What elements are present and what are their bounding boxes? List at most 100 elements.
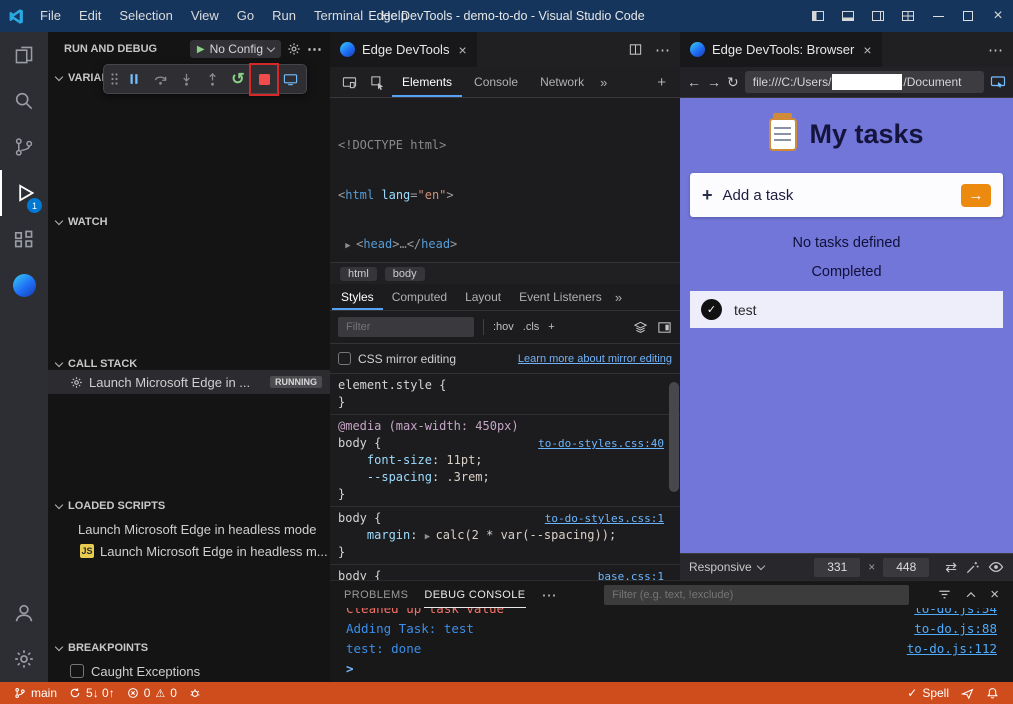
menu-go[interactable]: Go [228,0,263,32]
screencast-toggle-icon[interactable] [336,69,362,95]
editor-more-actions-icon[interactable]: ⋯ [655,41,670,59]
section-loaded-scripts[interactable]: LOADED SCRIPTS [48,496,330,516]
tab-computed[interactable]: Computed [383,284,456,310]
editor-more-actions-icon[interactable]: ⋯ [988,41,1003,59]
menu-run[interactable]: Run [263,0,305,32]
toolbar-drag-handle[interactable] [107,66,121,92]
stop-button[interactable] [251,66,277,92]
menu-view[interactable]: View [182,0,228,32]
tab-styles[interactable]: Styles [332,284,383,310]
styles-scrollbar[interactable] [669,378,679,577]
sidebar-more-actions-icon[interactable]: ⋯ [307,40,322,58]
minimize-button[interactable] [923,0,953,32]
activity-accounts[interactable] [0,590,48,636]
toggle-panel-icon[interactable] [833,0,863,32]
activity-search[interactable] [0,78,48,124]
screencast-button[interactable] [277,66,303,92]
debug-indicator[interactable] [183,687,207,699]
close-tab-icon[interactable]: × [863,42,871,58]
pause-button[interactable] [121,66,147,92]
caught-exceptions-checkbox[interactable] [70,664,84,678]
tab-event-listeners[interactable]: Event Listeners [510,284,611,310]
menu-terminal[interactable]: Terminal [305,0,372,32]
feedback-indicator[interactable] [955,687,980,700]
tab-edge-devtools[interactable]: Edge DevTools × [330,32,477,67]
rendering-emulation-icon[interactable] [633,320,648,335]
debug-settings-gear-icon[interactable] [287,42,301,56]
source-link[interactable]: to-do.js:88 [914,619,997,639]
notifications-bell-icon[interactable] [980,687,1005,700]
loaded-script-row[interactable]: Launch Microsoft Edge in headless mode [48,518,330,540]
section-watch[interactable]: WATCH [48,212,330,232]
loaded-script-row[interactable]: JS Launch Microsoft Edge in headless m..… [48,540,330,562]
wand-icon[interactable] [965,560,980,575]
maximize-panel-icon[interactable] [964,588,978,602]
rule-media-body[interactable]: @media (max-width: 450px) to-do-styles.c… [330,415,680,507]
step-out-button[interactable] [199,66,225,92]
toggle-secondary-sidebar-icon[interactable] [863,0,893,32]
breadcrumb-html[interactable]: html [340,267,377,281]
close-tab-icon[interactable]: × [458,42,466,58]
url-bar[interactable]: file:///C:/Users/ /Document [745,71,984,93]
devtools-tab-console[interactable]: Console [464,67,528,97]
customize-layout-icon[interactable] [893,0,923,32]
console-filter-input[interactable] [604,585,909,605]
restart-button[interactable]: ↺ [225,66,251,92]
filter-icon[interactable] [937,587,952,602]
source-link[interactable]: to-do.js:112 [907,639,997,659]
tab-problems[interactable]: PROBLEMS [344,581,408,608]
start-debug-icon[interactable]: ▶ [197,44,205,55]
screencast-icon[interactable] [990,74,1006,90]
stylesheet-link[interactable]: base.css:1 [598,568,664,580]
back-icon[interactable]: ← [687,74,701,90]
add-task-form[interactable]: + Add a task → [690,173,1003,217]
styles-filter-input[interactable] [338,317,474,337]
split-editor-icon[interactable] [628,42,643,57]
debug-config-dropdown[interactable]: ▶ No Config [190,40,281,58]
completed-task-row[interactable]: ✓ test [690,291,1003,328]
class-toggle-button[interactable]: .cls [523,321,540,333]
panel-more-actions-icon[interactable]: ⋯ [542,586,557,604]
stylesheet-link[interactable]: to-do-styles.css:40 [538,435,664,452]
eye-icon[interactable] [988,559,1004,575]
dom-line[interactable]: <!DOCTYPE html> [338,137,680,154]
viewport-width-input[interactable]: 331 [814,558,860,577]
css-mirror-checkbox[interactable] [338,352,351,365]
inspect-element-icon[interactable] [364,69,390,95]
close-panel-icon[interactable]: × [990,586,999,603]
device-mode-dropdown[interactable]: Responsive [689,560,764,574]
activity-edge-tools[interactable] [0,262,48,308]
call-stack-row[interactable]: Launch Microsoft Edge in ... RUNNING [48,370,330,394]
tab-debug-console[interactable]: DEBUG CONSOLE [424,581,525,608]
maximize-button[interactable] [953,0,983,32]
step-into-button[interactable] [173,66,199,92]
dom-line[interactable]: ▶ <head>…</head> [338,236,680,255]
computed-sidebar-toggle-icon[interactable] [657,320,672,335]
tab-edge-devtools-browser[interactable]: Edge DevTools: Browser × [680,32,882,67]
console-prompt[interactable]: > [330,659,1013,679]
toggle-sidebar-icon[interactable] [803,0,833,32]
spell-checker-status[interactable]: ✓ Spell [901,686,955,700]
menu-selection[interactable]: Selection [110,0,181,32]
activity-source-control[interactable] [0,124,48,170]
rule-element-style[interactable]: element.style { } [330,374,680,415]
menu-help[interactable]: Help [372,0,417,32]
branch-indicator[interactable]: main [8,686,63,700]
submit-task-button[interactable]: → [961,184,991,207]
add-task-input[interactable]: Add a task [723,187,794,204]
rule-body-base[interactable]: base.css:1body { [330,565,680,580]
new-rule-button[interactable]: + [548,321,554,333]
stylesheet-link[interactable]: to-do-styles.css:1 [545,510,664,527]
mirror-learn-more-link[interactable]: Learn more about mirror editing [518,353,672,365]
devtools-tab-elements[interactable]: Elements [392,67,462,97]
dom-line[interactable]: <html lang="en"> [338,187,680,204]
breadcrumb-body[interactable]: body [385,267,425,281]
rule-body[interactable]: to-do-styles.css:1body { margin: ▶ calc(… [330,507,680,565]
scrollbar-thumb[interactable] [669,382,679,492]
activity-explorer[interactable] [0,32,48,78]
step-over-button[interactable] [147,66,173,92]
more-tabs-icon[interactable]: » [615,290,622,305]
activity-settings[interactable] [0,636,48,682]
activity-extensions[interactable] [0,216,48,262]
close-button[interactable]: × [983,0,1013,32]
